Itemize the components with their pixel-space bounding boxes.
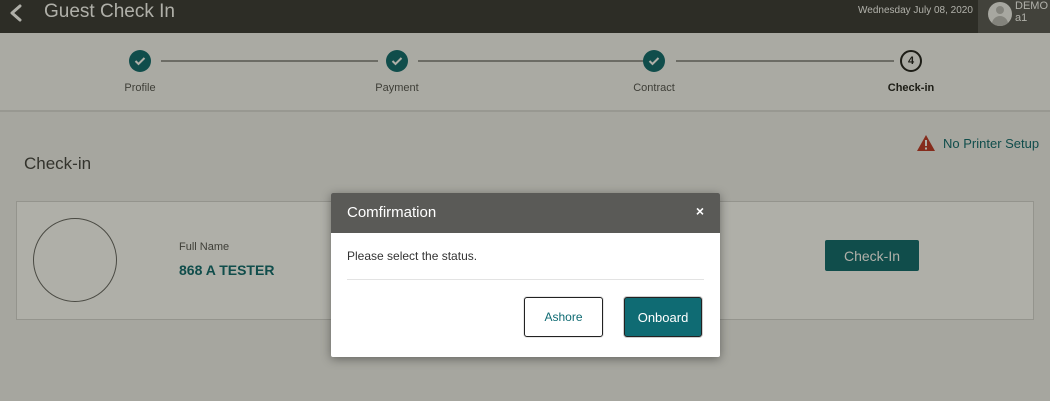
dialog-title: Comfirmation: [347, 204, 437, 221]
dialog-divider: [347, 279, 704, 280]
ashore-button[interactable]: Ashore: [524, 297, 603, 337]
onboard-button[interactable]: Onboard: [624, 297, 702, 337]
dialog-header: Comfirmation ×: [331, 193, 720, 233]
close-icon[interactable]: ×: [693, 203, 707, 219]
confirmation-dialog: Comfirmation × Please select the status.…: [331, 193, 720, 357]
dialog-message: Please select the status.: [347, 249, 478, 263]
